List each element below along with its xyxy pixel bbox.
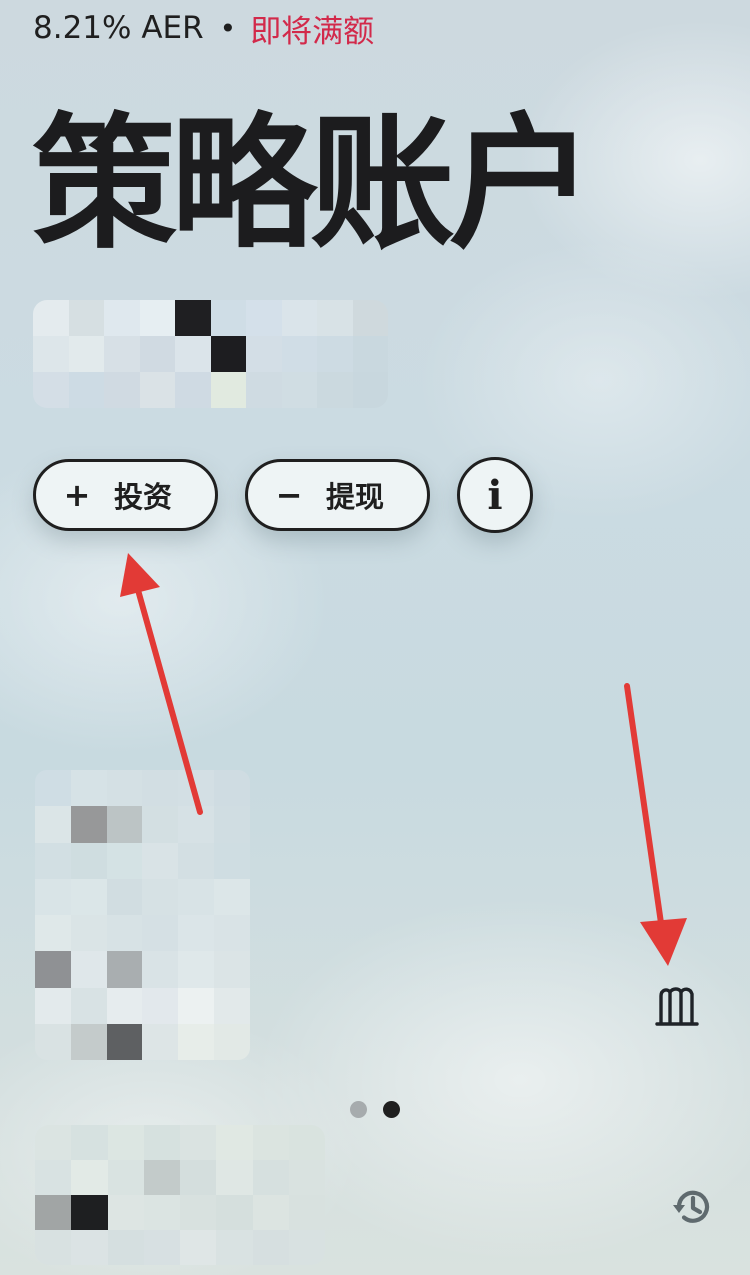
capacity-status: 即将满额: [250, 13, 375, 50]
page-dot-2[interactable]: [383, 1101, 400, 1118]
history-icon[interactable]: [672, 1186, 714, 1228]
action-buttons: + 投资 − 提现 i: [33, 457, 533, 533]
rate-separator: •: [219, 11, 237, 45]
rate-line: 8.21% AER • 即将满额: [33, 10, 374, 50]
page-dot-1[interactable]: [350, 1101, 367, 1118]
withdraw-button[interactable]: − 提现: [245, 459, 430, 531]
page-title: 策略账户: [32, 100, 594, 269]
columns-icon[interactable]: [653, 982, 701, 1026]
info-icon: i: [487, 471, 503, 519]
plus-icon: +: [63, 476, 91, 514]
invest-label: 投资: [114, 480, 173, 514]
redacted-footer: [35, 1125, 325, 1265]
redacted-balance: [33, 300, 388, 408]
arrow-to-columns: [624, 683, 687, 966]
minus-icon: −: [275, 476, 303, 514]
withdraw-label: 提现: [326, 480, 385, 514]
rate-value: 8.21% AER: [33, 10, 204, 46]
redacted-content: [35, 770, 250, 1060]
page-indicator: [350, 1101, 400, 1118]
info-button[interactable]: i: [457, 457, 533, 533]
invest-button[interactable]: + 投资: [33, 459, 218, 531]
